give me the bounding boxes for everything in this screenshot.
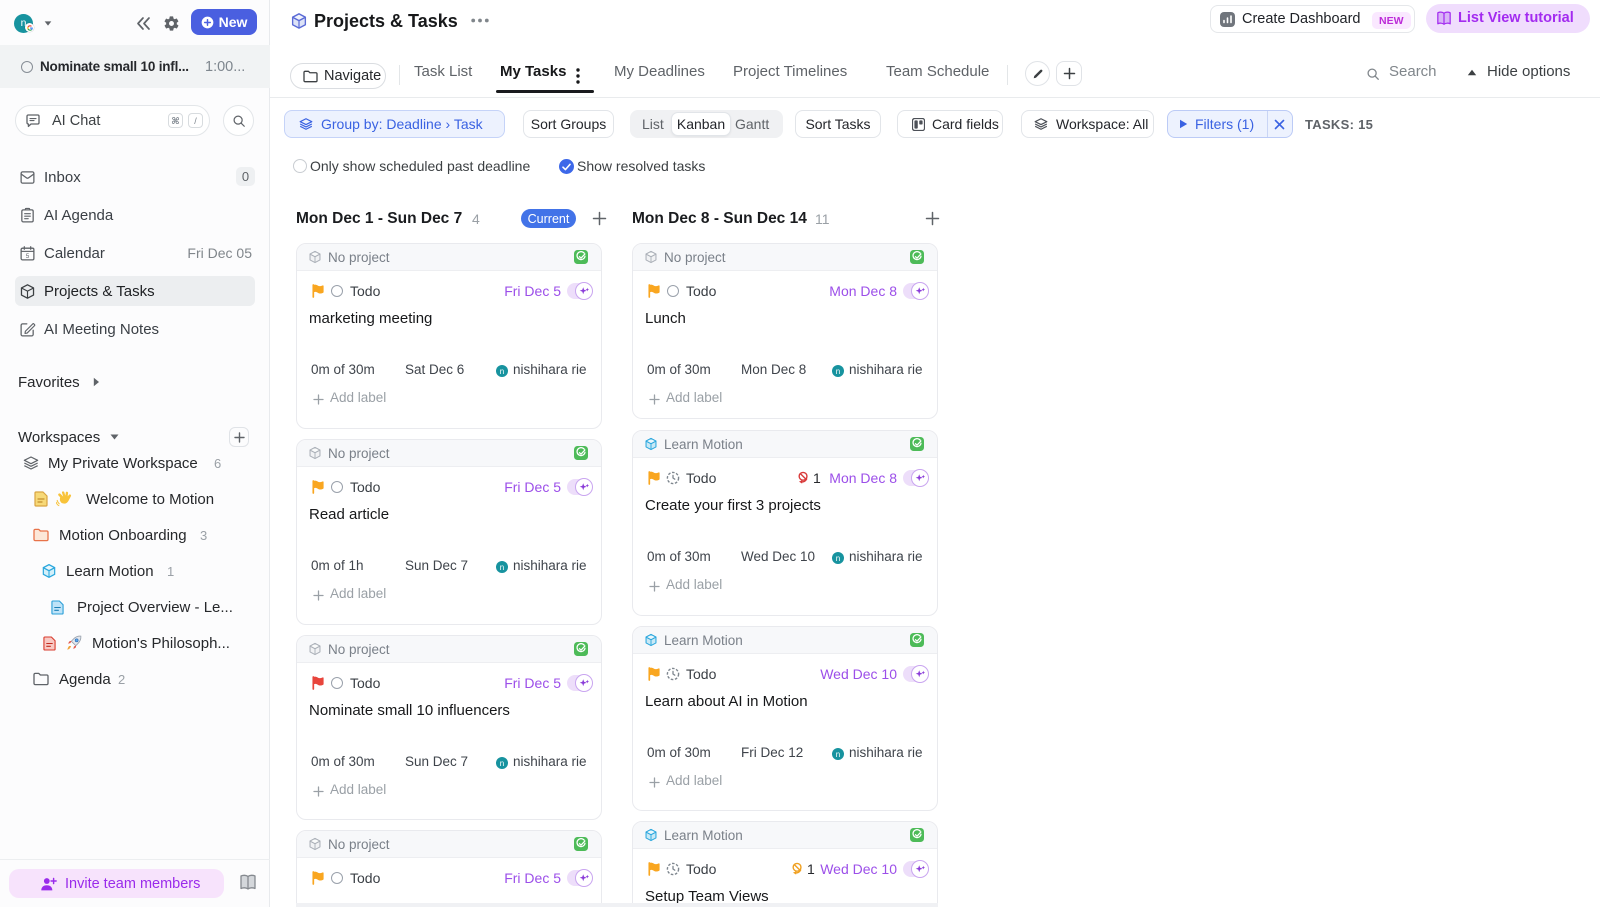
svg-text:5: 5 [26,254,30,260]
